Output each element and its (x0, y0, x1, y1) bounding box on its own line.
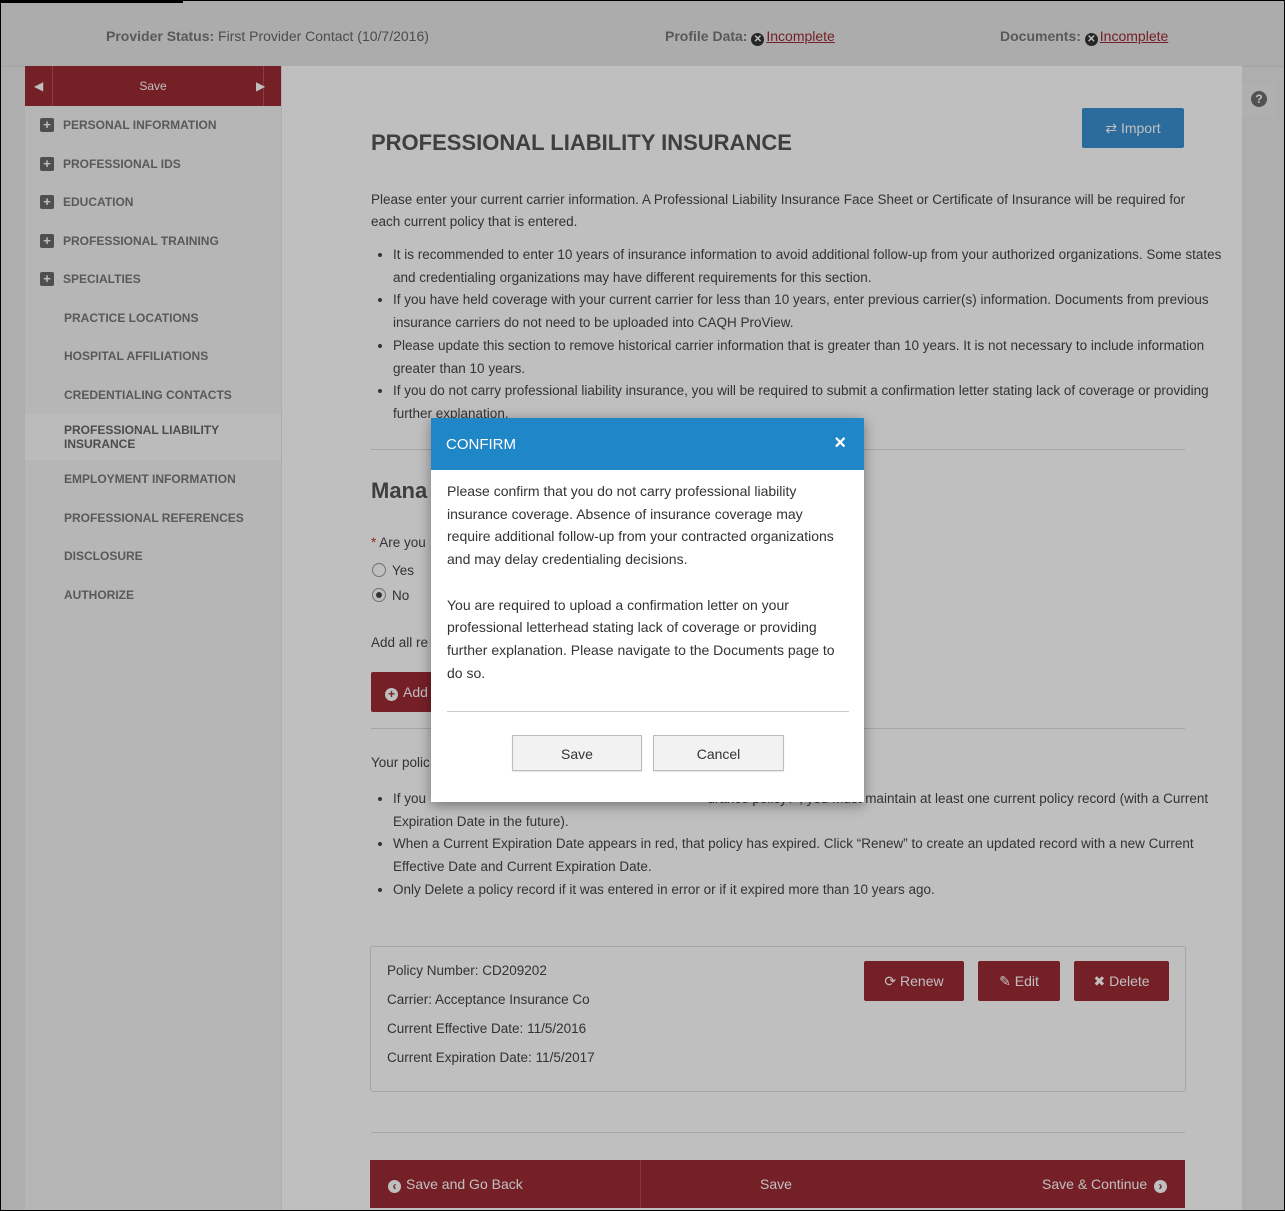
close-icon[interactable]: × (834, 432, 846, 455)
divider (447, 711, 849, 712)
dialog-message: Please confirm that you do not carry pro… (447, 483, 834, 568)
dialog-save-button[interactable]: Save (512, 735, 642, 771)
dialog-title: CONFIRM (446, 436, 516, 453)
confirm-dialog: CONFIRM × Please confirm that you do not… (431, 418, 864, 802)
dialog-cancel-button[interactable]: Cancel (653, 735, 784, 771)
dialog-instructions: You are required to upload a confirmatio… (447, 596, 835, 681)
dialog-header: CONFIRM × (431, 418, 864, 470)
dialog-body: Please confirm that you do not carry pro… (447, 480, 847, 684)
